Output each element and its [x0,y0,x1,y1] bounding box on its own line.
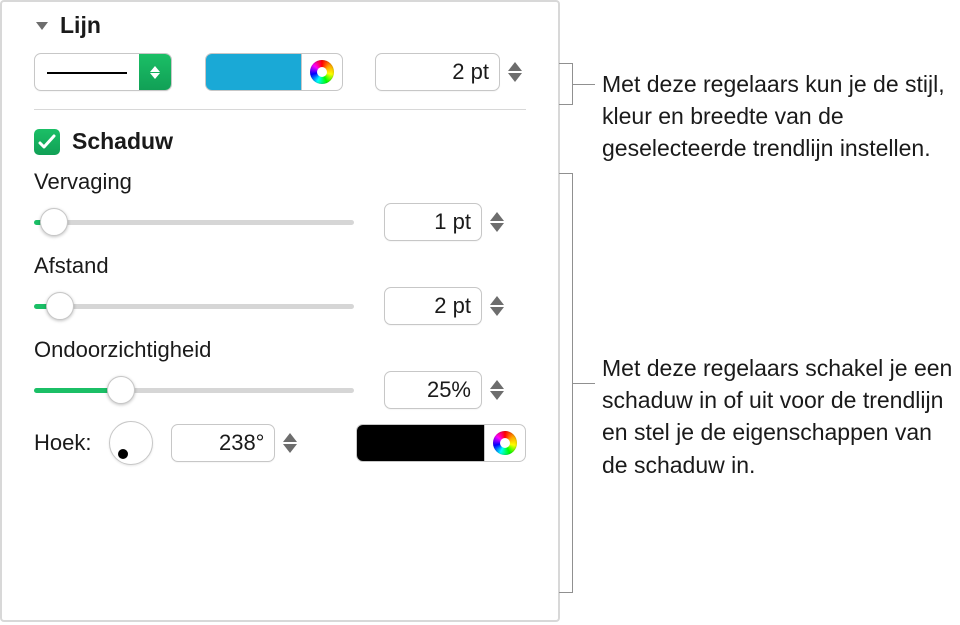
opacity-arrows[interactable] [486,371,508,409]
callout-shadow-connector [573,383,595,384]
chevron-down-icon [34,14,50,38]
callout-line-connector [573,84,595,85]
blur-field[interactable]: 1 pt [384,203,482,241]
blur-arrows[interactable] [486,203,508,241]
offset-stepper[interactable]: 2 pt [384,287,508,325]
angle-field[interactable]: 238° [171,424,275,462]
angle-stepper[interactable]: 238° [171,424,301,462]
shadow-title: Schaduw [72,128,173,155]
inspector-panel: Lijn 2 pt Schadu [0,0,560,622]
line-color-picker-button[interactable] [301,53,343,91]
angle-dial[interactable] [109,421,153,465]
blur-slider[interactable] [34,220,354,225]
callout-bracket-shadow [559,173,573,593]
shadow-color-swatch[interactable] [356,424,484,462]
line-width-arrows[interactable] [504,53,526,91]
line-style-sample [47,72,127,74]
line-style-select[interactable] [34,53,172,91]
opacity-stepper[interactable]: 25% [384,371,508,409]
line-section-header[interactable]: Lijn [2,2,558,47]
line-width-stepper[interactable]: 2 pt [375,53,526,91]
blur-stepper[interactable]: 1 pt [384,203,508,241]
line-style-caret [139,54,171,90]
shadow-color-picker-button[interactable] [484,424,526,462]
callout-bracket-line [559,63,573,105]
color-wheel-icon [310,60,334,84]
angle-indicator-dot [118,449,128,459]
opacity-label: Ondoorzichtigheid [34,337,526,363]
line-width-field[interactable]: 2 pt [375,53,500,91]
offset-label: Afstand [34,253,526,279]
color-wheel-icon [493,431,517,455]
blur-label: Vervaging [34,169,526,195]
line-color-swatch[interactable] [205,53,301,91]
opacity-field[interactable]: 25% [384,371,482,409]
line-section-title: Lijn [60,12,101,39]
offset-field[interactable]: 2 pt [384,287,482,325]
shadow-checkbox[interactable] [34,129,60,155]
callouts-area: Met deze regelaars kun je de stijl, kleu… [560,0,960,625]
shadow-color-control[interactable] [356,424,526,462]
opacity-slider[interactable] [34,388,354,393]
angle-arrows[interactable] [279,424,301,462]
callout-line-text: Met deze regelaars kun je de stijl, kleu… [602,68,960,165]
callout-shadow-text: Met deze regelaars schakel je een schadu… [602,352,960,481]
offset-arrows[interactable] [486,287,508,325]
line-color-control[interactable] [205,53,343,91]
offset-slider[interactable] [34,304,354,309]
angle-label: Hoek: [34,430,91,456]
divider [34,109,526,110]
